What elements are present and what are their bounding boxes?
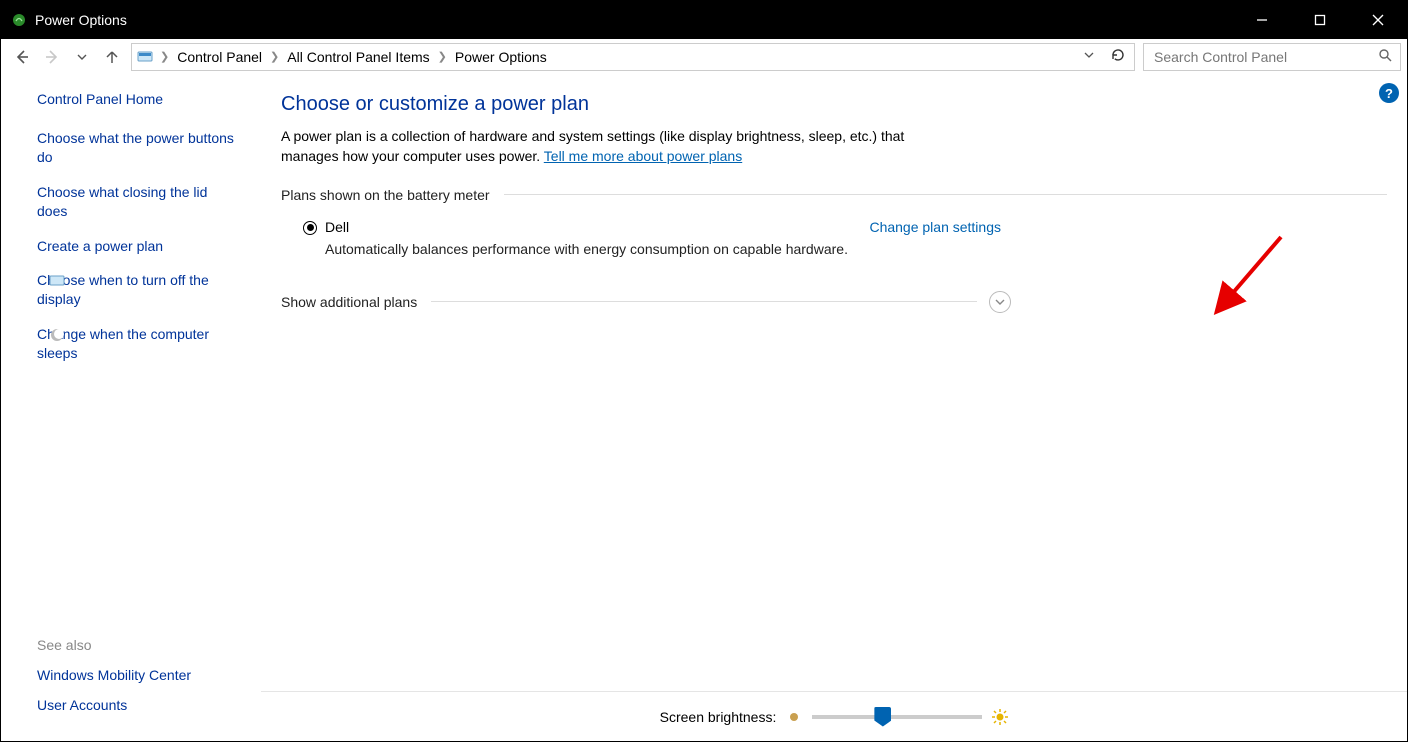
chevron-right-icon: ❯ [264,50,285,63]
additional-plans-label: Show additional plans [281,294,431,310]
up-button[interactable] [97,42,127,72]
help-button[interactable]: ? [1379,83,1399,103]
search-box[interactable] [1143,43,1401,71]
slider-thumb[interactable] [874,707,891,727]
plans-header: Plans shown on the battery meter [281,187,504,203]
back-button[interactable] [7,42,37,72]
close-button[interactable] [1349,1,1407,39]
sidebar-link-display-off[interactable]: Choose when to turn off the display [37,271,237,309]
expand-additional-button[interactable] [989,291,1011,313]
plan-description: Automatically balances performance with … [325,241,849,257]
sun-dim-icon [786,709,802,725]
plan-row: Dell Automatically balances performance … [281,203,1001,257]
see-also-mobility[interactable]: Windows Mobility Center [37,667,191,683]
page-description: A power plan is a collection of hardware… [281,126,961,167]
display-icon [49,273,65,289]
window-title: Power Options [35,12,127,28]
refresh-button[interactable] [1102,47,1130,66]
see-also-title: See also [37,637,191,653]
title-bar: Power Options [1,1,1407,39]
divider [504,194,1387,195]
maximize-button[interactable] [1291,1,1349,39]
search-icon [1378,48,1392,65]
breadcrumb-mid[interactable]: All Control Panel Items [285,49,431,65]
recent-dropdown[interactable] [67,42,97,72]
plan-name: Dell [325,219,849,235]
divider [431,301,977,302]
address-bar[interactable]: ❯ Control Panel ❯ All Control Panel Item… [131,43,1135,71]
brightness-footer: Screen brightness: [261,691,1407,741]
chevron-down-icon [994,296,1006,308]
change-plan-settings-link[interactable]: Change plan settings [869,219,1001,235]
content-area: ? Choose or customize a power plan A pow… [261,75,1407,741]
brightness-slider[interactable] [812,715,982,719]
plan-radio-selected[interactable] [303,221,317,235]
sidebar: Control Panel Home Choose what the power… [1,75,261,741]
sidebar-link-lid[interactable]: Choose what closing the lid does [37,183,237,221]
sidebar-home-link[interactable]: Control Panel Home [37,91,251,107]
sidebar-link-sleeps[interactable]: Change when the computer sleeps [37,325,237,363]
annotation-arrow [1201,231,1291,331]
sidebar-link-power-buttons[interactable]: Choose what the power buttons do [37,129,237,167]
see-also: See also Windows Mobility Center User Ac… [37,637,191,727]
sun-bright-icon [992,709,1008,725]
tell-me-more-link[interactable]: Tell me more about power plans [544,148,742,164]
brightness-label: Screen brightness: [660,709,777,725]
chevron-right-icon: ❯ [154,50,175,63]
breadcrumb-leaf[interactable]: Power Options [453,49,549,65]
minimize-button[interactable] [1233,1,1291,39]
sidebar-link-create-plan[interactable]: Create a power plan [37,237,237,256]
page-title: Choose or customize a power plan [281,93,1387,116]
chevron-right-icon: ❯ [432,50,453,63]
toolbar: ❯ Control Panel ❯ All Control Panel Item… [1,39,1407,75]
moon-icon [49,327,65,343]
control-panel-icon [136,48,154,66]
breadcrumb-root[interactable]: Control Panel [175,49,264,65]
app-icon [11,12,27,28]
see-also-accounts[interactable]: User Accounts [37,697,191,713]
address-dropdown[interactable] [1080,50,1098,63]
forward-button[interactable] [37,42,67,72]
search-input[interactable] [1152,48,1378,66]
